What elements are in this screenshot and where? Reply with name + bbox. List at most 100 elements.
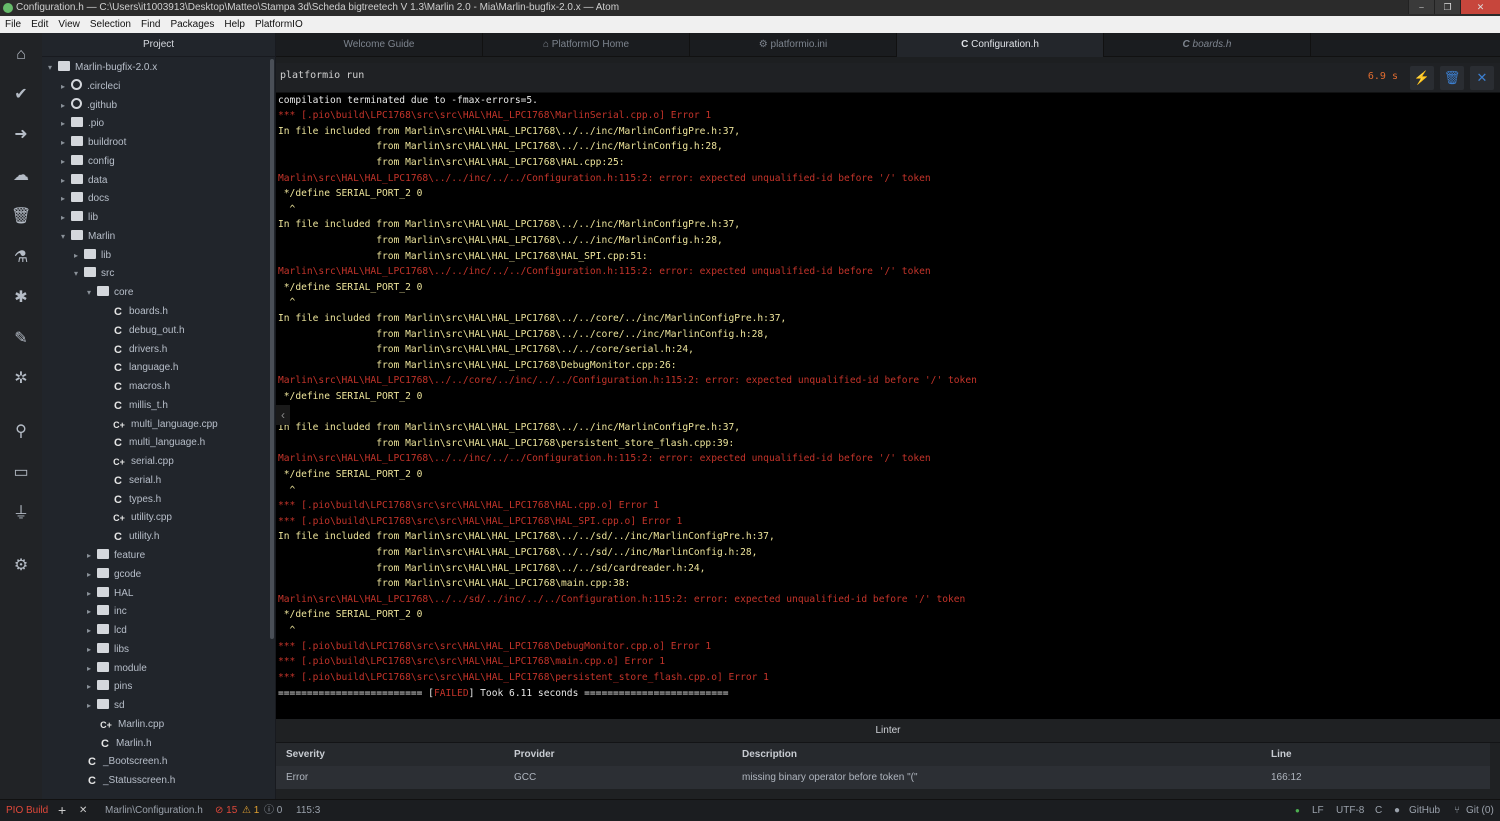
tree-folder[interactable]: ▸ lcd [87, 622, 127, 640]
chevron-right-icon[interactable]: ▸ [61, 115, 71, 133]
chevron-right-icon[interactable]: ▸ [61, 209, 71, 227]
tree-folder[interactable]: ▸ gcode [87, 566, 141, 584]
tree-folder[interactable]: ▸ .circleci [61, 78, 120, 96]
tab-boards-h[interactable]: C boards.h [1104, 33, 1311, 57]
column-provider[interactable]: Provider [514, 743, 555, 766]
chevron-right-icon[interactable]: ▸ [61, 78, 71, 96]
trash-icon[interactable]: 🗑 [11, 207, 31, 227]
tree-folder[interactable]: ▾ Marlin [61, 228, 115, 246]
chevron-down-icon[interactable]: ▾ [87, 284, 97, 302]
terminal-output[interactable]: compilation terminated due to -fmax-erro… [276, 93, 1500, 719]
tree-file[interactable]: Cdebug_out.h [112, 322, 185, 340]
tree-folder[interactable]: ▸ sd [87, 697, 125, 715]
chevron-right-icon[interactable]: ▸ [87, 641, 97, 659]
bug-icon[interactable]: ✱ [11, 288, 31, 308]
cursor-position[interactable]: 115:3 [296, 800, 320, 821]
gear-icon[interactable]: ⚙ [11, 556, 31, 576]
chevron-down-icon[interactable]: ▾ [48, 59, 58, 77]
menu-packages[interactable]: Packages [170, 16, 214, 33]
tree-folder[interactable]: ▸ HAL [87, 585, 133, 603]
arrow-right-icon[interactable]: ➜ [11, 125, 31, 145]
line-ending[interactable]: LF [1312, 800, 1324, 821]
chevron-right-icon[interactable]: ▸ [87, 603, 97, 621]
tree-folder[interactable]: ▸ inc [87, 603, 127, 621]
menu-file[interactable]: File [5, 16, 21, 33]
menu-view[interactable]: View [58, 16, 80, 33]
collapse-sidebar-button[interactable]: ‹ [276, 405, 290, 425]
pio-build-status[interactable]: PIO Build [6, 800, 48, 821]
menu-edit[interactable]: Edit [31, 16, 48, 33]
chevron-down-icon[interactable]: ▾ [74, 265, 84, 283]
check-icon[interactable]: ✔ [11, 85, 31, 105]
search-icon[interactable]: ⚲ [11, 422, 31, 442]
tree-file[interactable]: Cboards.h [112, 303, 168, 321]
chevron-right-icon[interactable]: ▸ [61, 134, 71, 152]
tab-platformio-home[interactable]: ⌂ PlatformIO Home [483, 33, 690, 57]
column-severity[interactable]: Severity [286, 743, 325, 766]
chevron-right-icon[interactable]: ▸ [87, 660, 97, 678]
close-terminal-button[interactable]: ✕ [1470, 66, 1494, 90]
tree-file[interactable]: Ctypes.h [112, 491, 161, 509]
plug-icon[interactable]: ⏚ [11, 504, 31, 524]
column-description[interactable]: Description [742, 743, 797, 766]
chevron-right-icon[interactable]: ▸ [61, 172, 71, 190]
edit-doc-icon[interactable]: ✎ [11, 329, 31, 349]
tree-folder[interactable]: ▸ pins [87, 678, 132, 696]
chevron-right-icon[interactable]: ▸ [61, 97, 71, 115]
error-count[interactable]: ⊘ 15 [215, 800, 237, 821]
tree-file[interactable]: Cdrivers.h [112, 341, 167, 359]
grammar[interactable]: C [1375, 800, 1382, 821]
status-file-path[interactable]: Marlin\Configuration.h [105, 800, 203, 821]
tree-folder[interactable]: ▾ src [74, 265, 114, 283]
menu-selection[interactable]: Selection [90, 16, 131, 33]
github-button[interactable]: GitHub [1409, 800, 1440, 821]
tree-file[interactable]: C _Bootscreen.h [86, 753, 167, 771]
tree-file[interactable]: C Marlin.h [99, 735, 152, 753]
tree-folder[interactable]: ▾ core [87, 284, 133, 302]
tree-folder[interactable]: ▸ buildroot [61, 134, 126, 152]
tree-file[interactable]: C _Statusscreen.h [86, 772, 175, 790]
maximize-button[interactable]: ❐ [1434, 0, 1460, 14]
tree-folder[interactable]: ▾ Marlin-bugfix-2.0.x [48, 59, 157, 77]
terminal-icon[interactable]: ▭ [11, 463, 31, 483]
flask-icon[interactable]: ⚗ [11, 248, 31, 268]
tree-file[interactable]: Cutility.h [112, 528, 159, 546]
cloud-upload-icon[interactable]: ☁ [11, 166, 31, 186]
chevron-right-icon[interactable]: ▸ [87, 585, 97, 603]
tree-folder[interactable]: ▸ module [87, 660, 147, 678]
column-line[interactable]: Line [1271, 743, 1292, 766]
chevron-right-icon[interactable]: ▸ [87, 566, 97, 584]
close-terminal-status-button[interactable]: ✕ [79, 800, 87, 821]
info-count[interactable]: ⓘ 0 [264, 800, 282, 821]
linter-row[interactable]: Error GCC missing binary operator before… [276, 766, 1490, 789]
tab-configuration-h[interactable]: C Configuration.h [897, 33, 1104, 57]
warning-count[interactable]: ⚠ 1 [242, 800, 259, 821]
tree-scrollbar[interactable] [270, 59, 274, 639]
chevron-right-icon[interactable]: ▸ [87, 678, 97, 696]
tree-file[interactable]: Cmulti_language.h [112, 434, 205, 452]
menu-help[interactable]: Help [224, 16, 245, 33]
tree-folder[interactable]: ▸ libs [87, 641, 129, 659]
chevron-right-icon[interactable]: ▸ [74, 247, 84, 265]
new-terminal-button[interactable]: + [58, 800, 66, 821]
tree-file[interactable]: Cmillis_t.h [112, 397, 168, 415]
chevron-right-icon[interactable]: ▸ [87, 622, 97, 640]
run-again-button[interactable]: ⚡ [1410, 66, 1434, 90]
chevron-right-icon[interactable]: ▸ [61, 190, 71, 208]
clear-terminal-button[interactable]: 🗑 [1440, 66, 1464, 90]
chevron-right-icon[interactable]: ▸ [61, 153, 71, 171]
chevron-right-icon[interactable]: ▸ [87, 547, 97, 565]
chevron-right-icon[interactable]: ▸ [87, 697, 97, 715]
tree-folder[interactable]: ▸ .pio [61, 115, 104, 133]
menu-platformio[interactable]: PlatformIO [255, 16, 303, 33]
tree-folder[interactable]: ▸ lib [61, 209, 98, 227]
tree-file[interactable]: Clanguage.h [112, 359, 178, 377]
tab-welcome-guide[interactable]: Welcome Guide [276, 33, 483, 57]
tab-platformio-ini[interactable]: ⚙ platformio.ini [690, 33, 897, 57]
chevron-down-icon[interactable]: ▾ [61, 228, 71, 246]
tree-folder[interactable]: ▸ feature [87, 547, 145, 565]
tree-folder[interactable]: ▸ .github [61, 97, 117, 115]
tree-file[interactable]: C+ multi_language.cpp [112, 416, 218, 434]
home-icon[interactable]: ⌂ [11, 45, 31, 65]
tree-file[interactable]: C+ Marlin.cpp [99, 716, 164, 734]
